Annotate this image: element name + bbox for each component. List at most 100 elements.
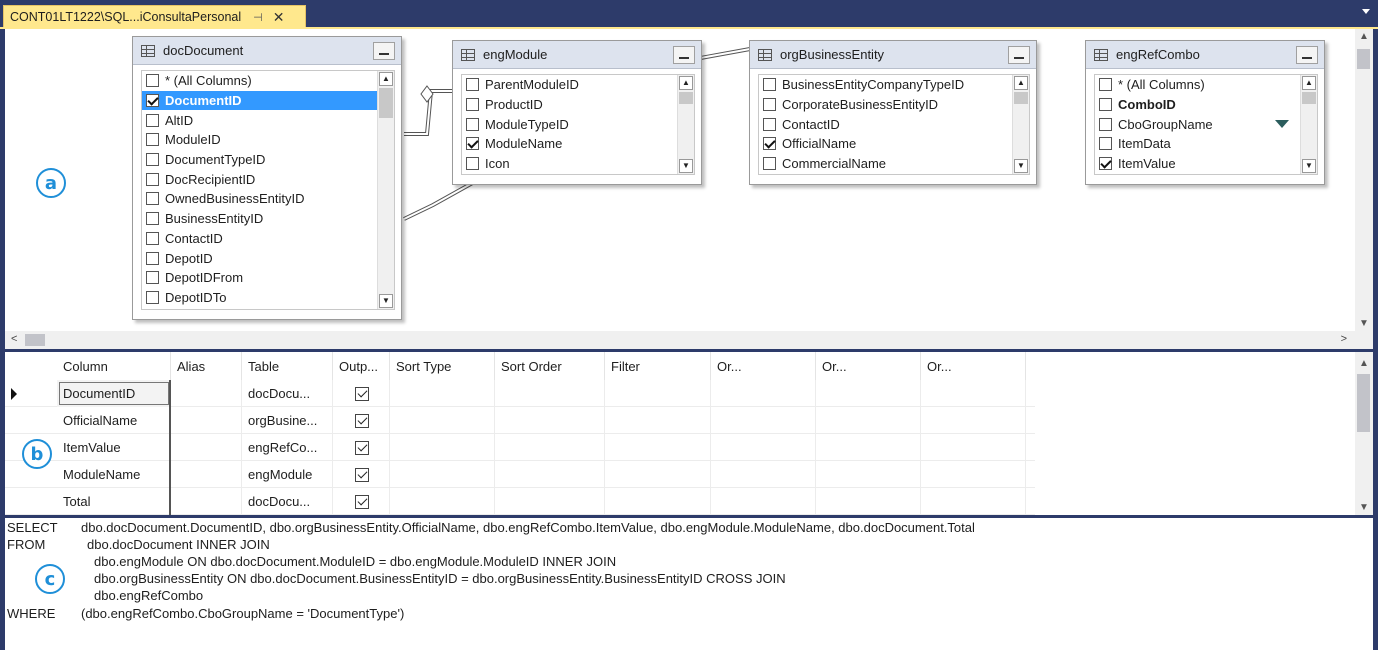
scroll-right-icon[interactable]: > [1341,333,1347,345]
header-sort-type[interactable]: Sort Type [390,352,495,380]
column-checkbox[interactable] [146,271,159,285]
grid-row[interactable]: ItemValue engRefCo... [5,434,1035,461]
cell-column[interactable]: DocumentID [57,380,171,407]
cell-alias[interactable] [171,407,242,434]
column-row-docrecipientid[interactable]: DocRecipientID [142,169,394,189]
grid-row[interactable]: Total docDocu... [5,488,1035,515]
column-checkbox[interactable] [763,117,776,131]
cell-sort-type[interactable] [390,461,495,488]
scroll-thumb[interactable] [379,88,393,118]
table-orgbusinessentity-header[interactable]: orgBusinessEntity [750,41,1036,69]
cell-or[interactable] [711,407,816,434]
cell-sort-type[interactable] [390,434,495,461]
column-row-documenttypeid[interactable]: DocumentTypeID [142,150,394,170]
column-checkbox[interactable] [1099,117,1112,131]
table-orgbusinessentity[interactable]: orgBusinessEntity BusinessEntityCompanyT… [749,40,1037,185]
scroll-down-icon[interactable]: ▼ [1014,159,1028,173]
column-row-moduleid[interactable]: ModuleID [142,130,394,150]
cell-or[interactable] [816,461,921,488]
column-list-scrollbar[interactable]: ▲ ▼ [377,71,394,309]
column-row-icon[interactable]: Icon [462,154,694,174]
scroll-down-icon[interactable]: ▼ [679,159,693,173]
column-checkbox[interactable] [466,137,479,151]
scroll-up-icon[interactable]: ▲ [1302,76,1316,90]
minimize-button[interactable] [673,46,695,64]
cell-sort-type[interactable] [390,380,495,407]
cell-table[interactable]: engRefCo... [242,434,333,461]
column-row-commercialname[interactable]: CommercialName [759,154,1029,174]
cell-table[interactable]: docDocu... [242,488,333,515]
cell-alias[interactable] [171,434,242,461]
cell-or[interactable] [816,434,921,461]
table-docdocument[interactable]: docDocument * (All Columns) DocumentID A… [132,36,402,320]
column-row-documentid[interactable]: DocumentID [142,90,394,111]
cell-or[interactable] [816,380,921,407]
column-checkbox[interactable] [1099,137,1112,151]
cell-sort-order[interactable] [495,488,605,515]
column-row-modulename[interactable]: ModuleName [462,134,694,154]
column-row-businessentityid[interactable]: BusinessEntityID [142,209,394,229]
column-list[interactable]: BusinessEntityCompanyTypeID CorporateBus… [758,74,1030,175]
sql-pane[interactable]: SELECT dbo.docDocument.DocumentID, dbo.o… [5,518,1373,650]
cell-sort-order[interactable] [495,407,605,434]
cell-output[interactable] [333,434,390,461]
cell-table[interactable]: engModule [242,461,333,488]
minimize-button[interactable] [1296,46,1318,64]
scroll-thumb[interactable] [1014,92,1028,104]
scroll-thumb[interactable] [25,334,45,346]
cell-filter[interactable] [605,461,711,488]
header-column[interactable]: Column [57,352,171,380]
column-checkbox[interactable] [466,98,479,112]
column-row-parentmoduleid[interactable]: ParentModuleID [462,75,694,95]
output-checkbox[interactable] [355,467,369,482]
table-engrefcombo-header[interactable]: engRefCombo [1086,41,1324,69]
column-checkbox[interactable] [146,290,159,304]
cell-or[interactable] [921,461,1026,488]
column-checkbox[interactable] [146,192,159,206]
scroll-thumb[interactable] [1357,374,1370,432]
column-list[interactable]: ParentModuleID ProductID ModuleTypeID Mo… [461,74,695,175]
diagram-horizontal-scrollbar[interactable]: < > [5,331,1373,349]
column-list[interactable]: * (All Columns) DocumentID AltID ModuleI… [141,70,395,310]
column-row-depotidfrom[interactable]: DepotIDFrom [142,268,394,288]
header-sort-order[interactable]: Sort Order [495,352,605,380]
criteria-grid-pane[interactable]: Column Alias Table Outp... Sort Type Sor… [5,352,1373,515]
column-row-contactid[interactable]: ContactID [759,114,1029,134]
scroll-up-icon[interactable]: ▲ [379,72,393,86]
column-checkbox[interactable] [763,137,776,151]
column-checkbox[interactable] [146,172,159,186]
column-row-itemdata[interactable]: ItemData [1095,134,1317,154]
column-list-scrollbar[interactable]: ▲ ▼ [677,75,694,174]
cell-filter[interactable] [605,488,711,515]
cell-sort-order[interactable] [495,461,605,488]
column-row-businessentitycompanytypeid[interactable]: BusinessEntityCompanyTypeID [759,75,1029,95]
cell-column[interactable]: OfficialName [57,407,171,434]
column-row-all-columns[interactable]: * (All Columns) [142,71,394,91]
table-engrefcombo[interactable]: engRefCombo * (All Columns) ComboID CboG… [1085,40,1325,185]
cell-column[interactable]: ItemValue [57,434,171,461]
minimize-button[interactable] [1008,46,1030,64]
cell-sort-type[interactable] [390,407,495,434]
column-checkbox[interactable] [763,98,776,112]
cell-or[interactable] [921,434,1026,461]
column-checkbox[interactable] [146,251,159,265]
header-or-3[interactable]: Or... [921,352,1026,380]
scroll-down-icon[interactable]: ▼ [1359,502,1369,513]
output-checkbox[interactable] [355,440,369,455]
diagram-pane[interactable]: docDocument * (All Columns) DocumentID A… [5,29,1373,349]
column-list[interactable]: * (All Columns) ComboID CboGroupName Ite… [1094,74,1318,175]
header-or-1[interactable]: Or... [711,352,816,380]
header-or-2[interactable]: Or... [816,352,921,380]
query-designer-tab[interactable]: CONT01LT1222\SQL...iConsultaPersonal ⊣ ✕ [3,5,306,28]
column-checkbox[interactable] [466,117,479,131]
cell-output[interactable] [333,488,390,515]
close-icon[interactable]: ✕ [273,9,285,26]
cell-or[interactable] [816,407,921,434]
cell-alias[interactable] [171,461,242,488]
column-checkbox[interactable] [146,113,159,127]
grid-vertical-scrollbar[interactable]: ▲ ▼ [1355,352,1373,515]
cell-sort-order[interactable] [495,380,605,407]
column-checkbox[interactable] [763,157,776,171]
column-row-comboid[interactable]: ComboID [1095,95,1317,115]
column-checkbox[interactable] [1099,157,1112,171]
